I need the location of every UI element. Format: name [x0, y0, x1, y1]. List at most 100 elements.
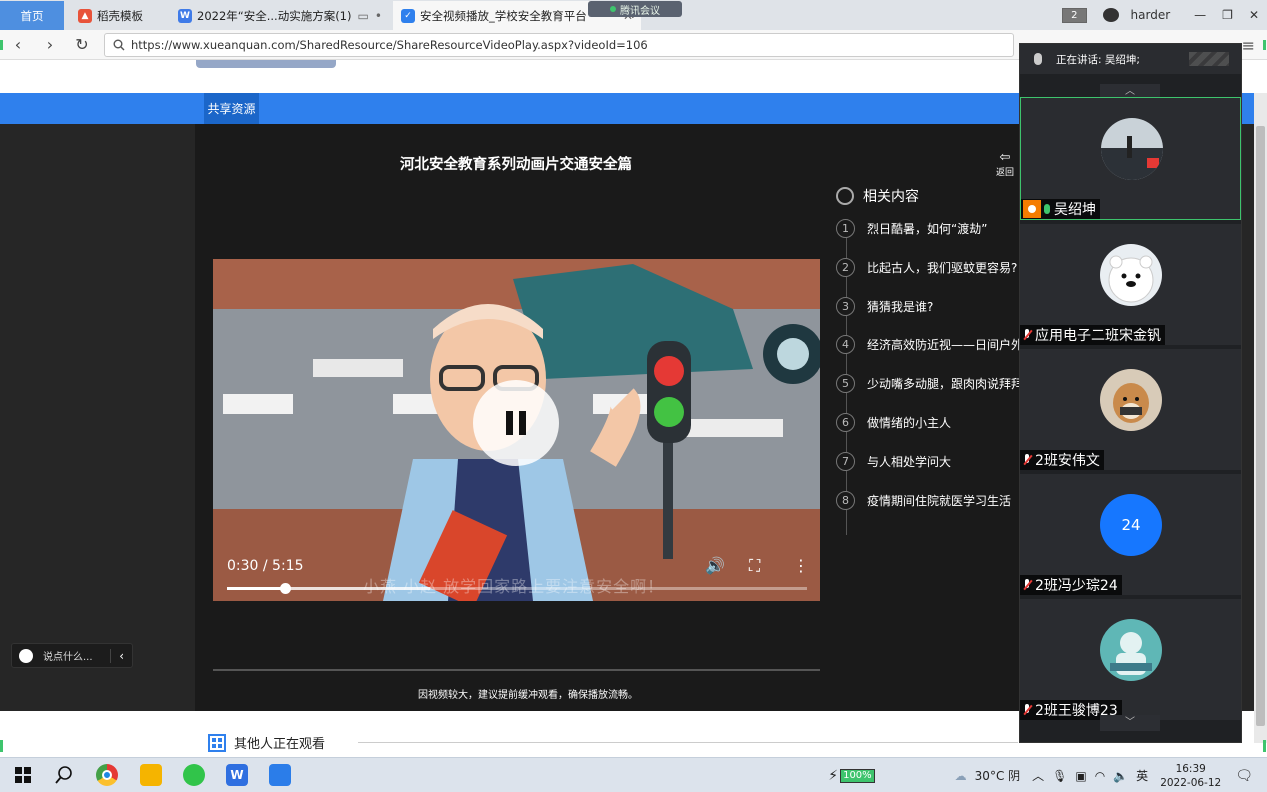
window-controls: 2 harder — ❐ ✕ — [1054, 0, 1267, 30]
mic-icon[interactable] — [1034, 53, 1042, 65]
device-icon[interactable]: ▣ — [1075, 769, 1086, 783]
progress-track[interactable] — [227, 587, 807, 590]
participant-avatar — [1101, 118, 1163, 180]
search-icon[interactable] — [53, 764, 75, 786]
chrome-icon[interactable] — [96, 764, 118, 786]
related-title: 少动嘴多动腿，跟肉肉说拜拜 — [867, 376, 1024, 391]
minimize-icon[interactable]: — — [1186, 8, 1214, 22]
weather-label[interactable]: 30°C 阴 — [975, 767, 1020, 784]
related-item[interactable]: 7 与人相处学问大 — [836, 451, 1026, 471]
menu-icon[interactable]: ≡ — [1242, 36, 1255, 55]
window-count[interactable]: 2 — [1054, 7, 1094, 23]
related-item[interactable]: 6 做情绪的小主人 — [836, 412, 1026, 432]
participant-name: 2班冯少琮24 — [1035, 578, 1118, 594]
microphone-icon[interactable]: 🎙 — [1052, 769, 1067, 783]
restore-icon[interactable]: ❐ — [1214, 8, 1241, 22]
battery-indicator[interactable]: ⚡ 100% — [828, 767, 875, 784]
related-item[interactable]: 4 经济高效防近视——日间户外活动 — [836, 334, 1026, 354]
volume-icon[interactable]: 🔊 — [705, 556, 725, 575]
tab-docer[interactable]: ▲ 稻壳模板 — [70, 1, 166, 30]
docer-icon: ▲ — [78, 8, 92, 23]
url-input[interactable]: https://www.xueanquan.com/SharedResource… — [104, 33, 1014, 57]
charging-icon: ⚡ — [828, 767, 839, 784]
related-item[interactable]: 2 比起古人，我们驱蚊更容易? — [836, 257, 1026, 277]
tab-home[interactable]: 首页 — [0, 1, 64, 30]
back-icon: ⇦ — [999, 150, 1011, 165]
participant-tile[interactable]: 2班安伟文 — [1020, 347, 1241, 470]
back-arrow-icon[interactable]: ‹ — [8, 35, 28, 54]
forward-arrow-icon[interactable]: › — [40, 35, 60, 54]
chevron-up-icon[interactable]: ︿ — [1032, 767, 1044, 784]
taskbar: W ⚡ 100% ☁ 30°C 阴 ︿ 🎙 ▣ ◠ 🔈 英 16:39 2022… — [0, 757, 1267, 792]
host-icon — [1023, 200, 1041, 218]
chat-placeholder: 说点什么... — [43, 652, 93, 663]
user-profile[interactable]: harder — [1095, 8, 1187, 23]
video-title: 河北安全教育系列动画片交通安全篇 — [400, 157, 632, 173]
mic-muted-icon — [1022, 579, 1032, 591]
nav-item-shared-resources[interactable]: 共享资源 — [204, 93, 259, 124]
wifi-icon[interactable]: ◠ — [1095, 769, 1105, 783]
participant-name: 2班安伟文 — [1035, 453, 1100, 469]
related-item[interactable]: 1 烈日酷暑，如何“渡劫” — [836, 218, 1026, 238]
participant-name-bar: 2班冯少琮24 — [1020, 575, 1122, 595]
video-time: 0:30 / 5:15 — [227, 558, 304, 574]
share-frame-corner — [1263, 740, 1266, 752]
share-frame-corner — [0, 740, 3, 752]
related-heading-label: 相关内容 — [863, 189, 919, 205]
related-index: 5 — [836, 373, 855, 393]
film-reel-icon — [836, 187, 854, 205]
battery-level: 100% — [840, 768, 875, 783]
pause-icon-bar — [519, 411, 526, 435]
tab-document[interactable]: W 2022年“安全...动实施方案(1) ▭ • — [170, 1, 390, 30]
wps-icon[interactable]: W — [226, 764, 248, 786]
tencent-meeting-icon[interactable] — [269, 764, 291, 786]
site-logo[interactable] — [196, 60, 336, 68]
participant-tile[interactable]: 应用电子二班宋金钒 — [1020, 222, 1241, 345]
windows-start-icon[interactable] — [12, 764, 34, 786]
related-item[interactable]: 8 疫情期间住院就医学习生活 — [836, 490, 1026, 510]
progress-scrubber[interactable] — [280, 583, 291, 594]
url-text: https://www.xueanquan.com/SharedResource… — [131, 38, 648, 52]
meeting-live-icon — [610, 6, 616, 12]
cloud-icon: ☁ — [954, 768, 967, 783]
related-index: 8 — [836, 490, 855, 510]
wechat-icon[interactable] — [183, 764, 205, 786]
video-player[interactable]: 小燕 小赵 放学回家路上要注意安全啊！ 0:30 / 5:15 🔊 ⛶ ⋮ — [213, 259, 820, 601]
chat-input-toggle[interactable]: 说点什么... ‹ — [11, 643, 133, 668]
chevron-left-icon[interactable]: ‹ — [110, 648, 132, 663]
participant-tile[interactable]: 24 2班冯少琮24 — [1020, 472, 1241, 595]
participant-tile[interactable]: 2班王骏博23 — [1020, 597, 1241, 720]
reload-icon[interactable]: ↻ — [72, 35, 92, 54]
divider — [213, 669, 820, 671]
page-scrollbar-thumb[interactable] — [1256, 126, 1265, 726]
participant-tile[interactable]: 吴绍坤 — [1020, 97, 1241, 220]
notification-icon[interactable]: 🗨 — [1235, 768, 1253, 784]
user-name: harder — [1130, 7, 1171, 22]
close-window-icon[interactable]: ✕ — [1241, 8, 1267, 22]
speaker-icon[interactable]: 🔈 — [1113, 769, 1128, 783]
related-item[interactable]: 3 猜猜我是谁? — [836, 296, 1026, 316]
tab-monitor-icon[interactable]: ▭ — [352, 9, 369, 23]
scroll-down-button[interactable]: ﹀ — [1100, 715, 1160, 731]
fullscreen-icon[interactable]: ⛶ — [749, 556, 760, 576]
tencent-meeting-pill[interactable]: 腾讯会议 — [588, 1, 682, 17]
mic-muted-icon — [1022, 329, 1032, 341]
input-method-label[interactable]: 英 — [1136, 767, 1148, 784]
related-title: 做情绪的小主人 — [867, 415, 952, 430]
back-label: 返回 — [995, 168, 1014, 178]
meeting-pill-label: 腾讯会议 — [620, 5, 660, 17]
more-options-icon[interactable]: ⋮ — [793, 556, 809, 575]
tab-label: 安全视频播放_学校安全教育平台 — [420, 8, 587, 23]
mic-muted-icon — [1022, 454, 1032, 466]
user-avatar — [1102, 8, 1119, 23]
clock[interactable]: 16:39 2022-06-12 — [1160, 762, 1221, 790]
back-button[interactable]: ⇦ 返回 — [990, 150, 1020, 178]
file-explorer-icon[interactable] — [140, 764, 162, 786]
pause-button[interactable] — [473, 380, 559, 466]
related-title: 与人相处学问大 — [867, 454, 952, 469]
participant-avatar — [1100, 244, 1162, 306]
related-title: 经济高效防近视——日间户外活动 — [867, 337, 1026, 352]
video-subtitle: 小燕 小赵 放学回家路上要注意安全啊！ — [363, 577, 665, 596]
related-item[interactable]: 5 少动嘴多动腿，跟肉肉说拜拜 — [836, 373, 1026, 393]
xueanquan-icon: ✓ — [401, 8, 415, 23]
